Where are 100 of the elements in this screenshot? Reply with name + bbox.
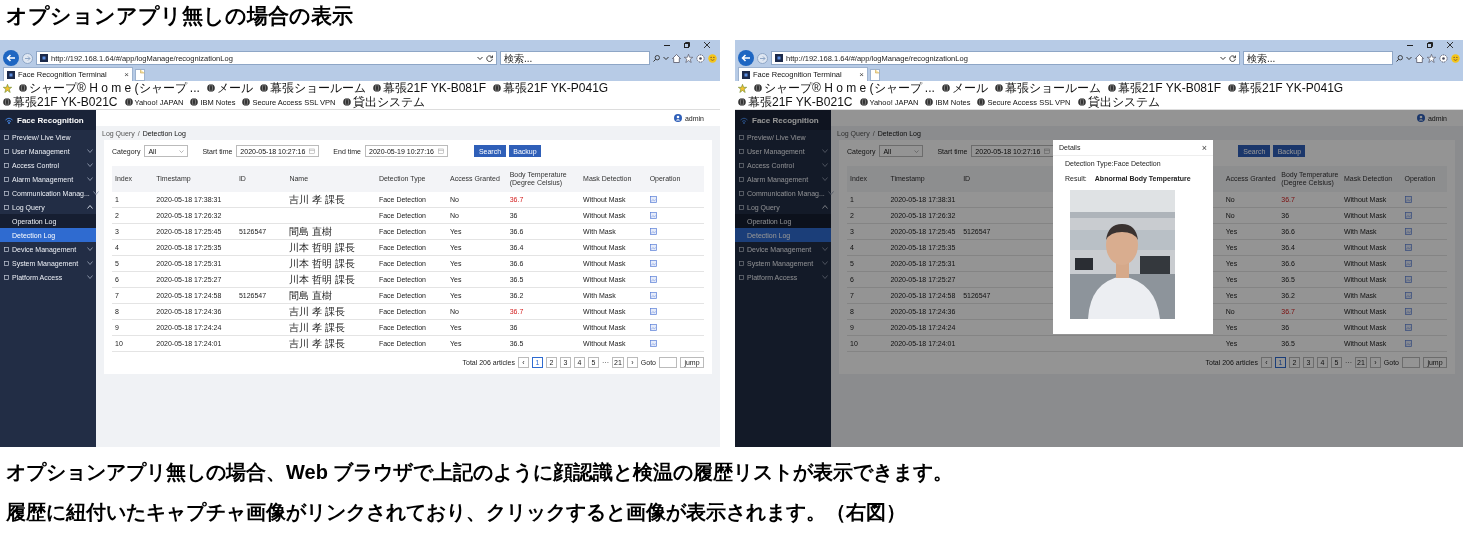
search-field[interactable]: 検索... xyxy=(500,51,650,65)
table-cell: 吉川 孝 課長 xyxy=(286,304,376,320)
dropdown-icon[interactable] xyxy=(477,55,483,61)
brand-name: Face Recognition xyxy=(17,115,84,125)
brand-name: Face Recognition xyxy=(752,115,819,125)
image-icon[interactable] xyxy=(649,340,657,347)
image-icon[interactable] xyxy=(649,276,657,283)
image-icon[interactable] xyxy=(1404,260,1412,267)
globe-icon xyxy=(342,98,351,106)
close-icon[interactable] xyxy=(704,42,710,48)
settings-icon[interactable] xyxy=(1439,53,1448,63)
restore-icon[interactable] xyxy=(1427,42,1433,48)
tab-close-button[interactable]: × xyxy=(859,70,864,79)
close-icon[interactable] xyxy=(1447,42,1453,48)
site-icon xyxy=(775,54,783,62)
caption-text: オプションアプリ無しの場合、Web ブラウザで上記のように顔認識と検温の履歴リストが表示できます。 xyxy=(6,460,955,485)
image-icon[interactable] xyxy=(649,228,657,235)
globe-icon xyxy=(925,98,934,106)
settings-icon[interactable] xyxy=(696,53,705,63)
page-number-field[interactable] xyxy=(1402,357,1420,368)
bookmark-link[interactable]: 幕張ショールーム xyxy=(259,81,366,95)
table-cell: 川本 哲明 課長 xyxy=(286,256,376,272)
globe-icon xyxy=(372,84,381,92)
bookmark-link[interactable]: 貸出システム xyxy=(1077,95,1160,109)
globe-icon xyxy=(124,98,133,106)
image-icon[interactable] xyxy=(1404,340,1412,347)
image-icon[interactable] xyxy=(649,212,657,219)
image-icon[interactable] xyxy=(649,196,657,203)
caption-text: 履歴に紐付いたキャプチャ画像がリンクされており、クリックすると画像が表示されます。（右図） xyxy=(6,500,907,525)
image-icon[interactable] xyxy=(1404,324,1412,331)
image-icon[interactable] xyxy=(649,324,657,331)
smiley-icon[interactable] xyxy=(708,53,717,63)
bookmark-link[interactable]: 貸出システム xyxy=(342,95,425,109)
minimize-icon[interactable] xyxy=(664,42,670,48)
forward-icon[interactable] xyxy=(757,52,768,64)
image-icon[interactable] xyxy=(1404,292,1412,299)
star-icon[interactable] xyxy=(1427,53,1436,63)
table-cell: 川本 哲明 課長 xyxy=(286,240,376,256)
page-title: オプションアプリ無しの場合の表示 xyxy=(5,3,354,29)
dropdown-icon[interactable] xyxy=(663,55,669,61)
globe-icon xyxy=(977,98,986,106)
bookmark-link[interactable]: シャープ® H o m e (シャープ ... xyxy=(754,81,935,95)
dropdown-icon[interactable] xyxy=(1406,55,1412,61)
smiley-icon[interactable] xyxy=(1451,53,1460,63)
bookmark-link[interactable]: メール xyxy=(206,81,253,95)
image-icon[interactable] xyxy=(1404,196,1412,203)
image-icon[interactable] xyxy=(1404,276,1412,283)
globe-icon xyxy=(19,84,27,92)
table-cell: 吉川 孝 課長 xyxy=(286,336,376,352)
table-cell: 吉川 孝 課長 xyxy=(286,320,376,336)
image-icon[interactable] xyxy=(1404,228,1412,235)
refresh-icon[interactable] xyxy=(486,54,493,62)
site-icon xyxy=(742,70,750,79)
tab-close-button[interactable]: × xyxy=(124,70,129,79)
image-icon[interactable] xyxy=(649,244,657,251)
star-icon[interactable] xyxy=(684,53,693,63)
minimize-icon[interactable] xyxy=(1407,42,1413,48)
globe-icon xyxy=(994,84,1003,92)
image-icon[interactable] xyxy=(1404,212,1412,219)
globe-icon xyxy=(3,98,11,106)
bookmark-link[interactable]: 幕張21F YK-P041G xyxy=(1228,81,1344,95)
back-icon[interactable] xyxy=(738,50,754,66)
favorites-star-icon[interactable] xyxy=(738,83,747,93)
image-icon[interactable] xyxy=(649,292,657,299)
image-icon[interactable] xyxy=(1404,308,1412,315)
favorites-star-icon[interactable] xyxy=(3,83,12,93)
dropdown-icon[interactable] xyxy=(1220,55,1226,61)
home-icon[interactable] xyxy=(1415,53,1424,63)
bookmark-link[interactable]: 幕張ショールーム xyxy=(994,81,1101,95)
new-tab-icon[interactable] xyxy=(135,69,145,81)
user-icon xyxy=(673,114,682,122)
bookmark-link[interactable]: 幕張21F YK-B021C xyxy=(738,95,853,109)
forward-icon[interactable] xyxy=(22,52,33,64)
refresh-icon[interactable] xyxy=(1229,54,1236,62)
table-cell: 間島 直樹 xyxy=(286,288,376,304)
restore-icon[interactable] xyxy=(684,42,690,48)
image-icon[interactable] xyxy=(649,260,657,267)
globe-icon xyxy=(941,84,950,92)
search-field[interactable]: 検索... xyxy=(1243,51,1393,65)
image-icon[interactable] xyxy=(649,308,657,315)
page-number-field[interactable] xyxy=(659,357,677,368)
search-icon[interactable] xyxy=(1396,54,1403,62)
search-icon[interactable] xyxy=(653,54,660,62)
bookmark-link[interactable]: シャープ® H o m e (シャープ ... xyxy=(19,81,200,95)
globe-icon xyxy=(1107,84,1116,92)
site-icon xyxy=(7,70,15,79)
new-tab-icon[interactable] xyxy=(870,69,880,81)
table-cell: 吉川 孝 課長 xyxy=(286,192,376,208)
bookmark-link[interactable]: メール xyxy=(941,81,988,95)
bookmark-link[interactable]: 幕張21F YK-B021C xyxy=(3,95,118,109)
globe-icon xyxy=(259,84,268,92)
home-icon[interactable] xyxy=(672,53,681,63)
bookmark-link[interactable]: 幕張21F YK-B081F xyxy=(372,81,486,95)
close-button[interactable]: × xyxy=(1201,142,1207,153)
back-icon[interactable] xyxy=(3,50,19,66)
globe-icon xyxy=(1228,84,1236,92)
image-icon[interactable] xyxy=(1404,244,1412,251)
chevron-down-icon xyxy=(914,148,920,154)
bookmark-link[interactable]: 幕張21F YK-B081F xyxy=(1107,81,1221,95)
bookmark-link[interactable]: 幕張21F YK-P041G xyxy=(493,81,609,95)
